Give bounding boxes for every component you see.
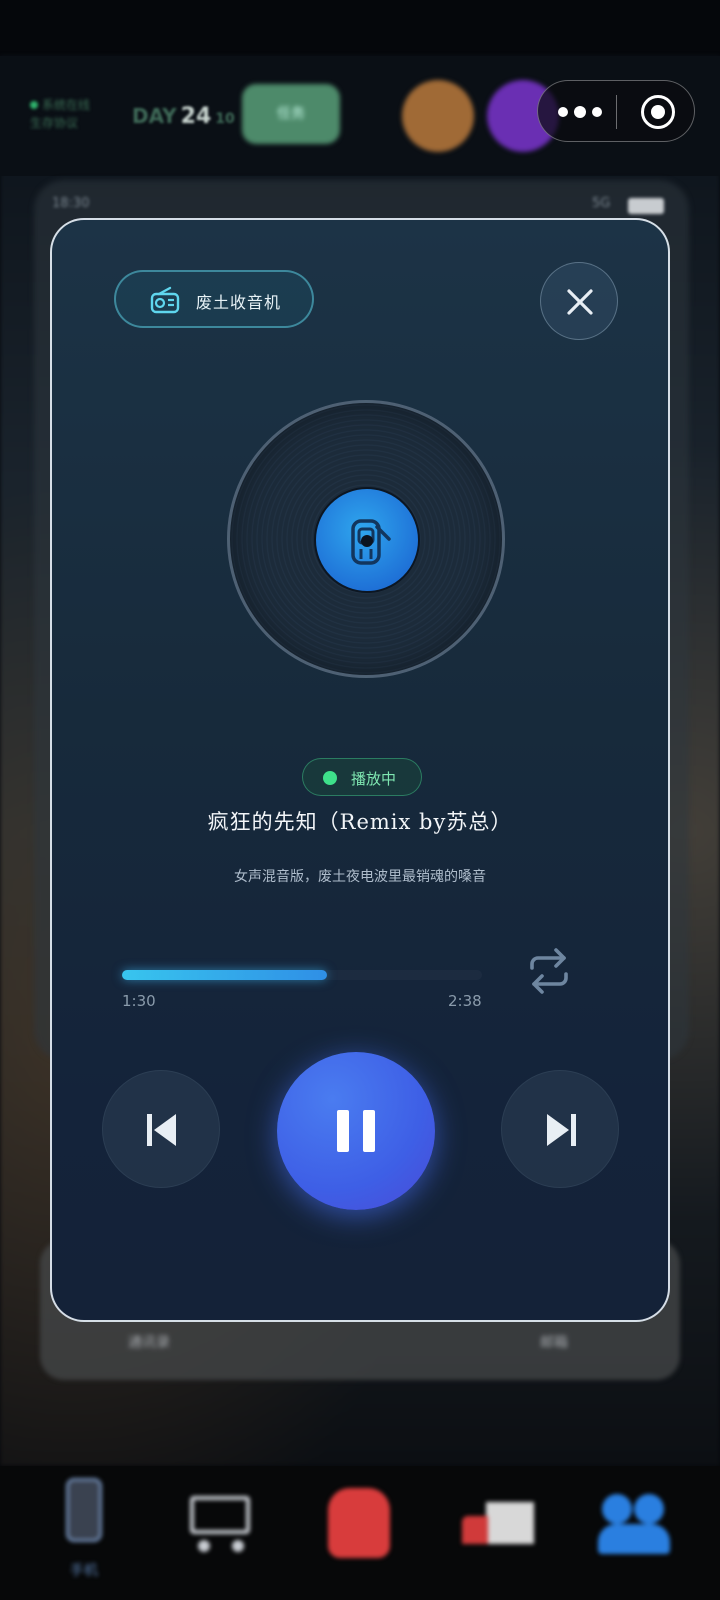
- day-extra: 10: [215, 111, 235, 127]
- previous-button[interactable]: [102, 1070, 220, 1188]
- dock-label-mail: 邮箱: [540, 1335, 568, 1351]
- background-status-line2: 生存协议: [30, 116, 79, 130]
- target-icon[interactable]: [641, 95, 675, 129]
- progress-fill: [122, 970, 328, 980]
- background-orb-gold: [402, 80, 474, 152]
- nav-truck-icon: [460, 1478, 536, 1578]
- next-icon: [547, 1114, 576, 1146]
- dock-label-contacts: 通讯录: [128, 1335, 170, 1351]
- radio-icon: [150, 286, 180, 314]
- background-task-button: 任务: [242, 84, 340, 144]
- pause-button[interactable]: [277, 1052, 435, 1210]
- miniprogram-capsule: [537, 80, 695, 142]
- vinyl-record: [227, 400, 505, 678]
- battery-icon: [628, 198, 664, 214]
- close-button[interactable]: [540, 262, 618, 340]
- capsule-divider: [616, 95, 617, 129]
- progress-bar[interactable]: [122, 970, 482, 980]
- previous-icon: [147, 1114, 176, 1146]
- song-title: 疯狂的先知（Remix by苏总）: [207, 810, 513, 834]
- status-label: 播放中: [351, 770, 397, 788]
- nav-friends-icon: [598, 1478, 674, 1578]
- nav-phone-icon: 手机: [46, 1478, 122, 1579]
- phone-signal: 5G: [592, 196, 611, 211]
- pause-icon: [337, 1110, 375, 1152]
- background-status: 系统在线 生存协议: [30, 96, 120, 132]
- total-time: 2:38: [448, 992, 482, 1010]
- radio-badge-label: 废土收音机: [196, 293, 282, 312]
- vinyl-label-icon: [351, 519, 391, 565]
- vinyl-label: [314, 487, 420, 593]
- nav-phone-label: 手机: [70, 1563, 98, 1579]
- day-value: 24: [180, 104, 212, 129]
- radio-player-modal: 废土收音机 播放中 疯狂的先知（Remix by苏总） 女声混音版，废土夜电波里…: [50, 218, 670, 1322]
- playing-status-badge: 播放中: [302, 758, 422, 796]
- next-button[interactable]: [501, 1070, 619, 1188]
- day-label: DAY: [132, 104, 177, 128]
- background-status-line1: 系统在线: [42, 98, 91, 112]
- nav-cart-icon: [184, 1478, 260, 1578]
- more-dots-icon[interactable]: [558, 95, 618, 129]
- close-icon: [567, 289, 593, 315]
- radio-badge: 废土收音机: [114, 270, 314, 328]
- repeat-icon[interactable]: [526, 946, 572, 996]
- nav-backpack-icon: [322, 1478, 398, 1578]
- background-phone-status-bar: 18:30 5G: [52, 196, 672, 220]
- song-description: 女声混音版，废土夜电波里最销魂的嗓音: [234, 869, 486, 885]
- current-time: 1:30: [122, 992, 156, 1010]
- status-dot: [323, 771, 337, 785]
- phone-time: 18:30: [52, 196, 90, 211]
- background-day-counter: DAY 24 10: [132, 104, 235, 129]
- task-label: 任务: [277, 106, 305, 122]
